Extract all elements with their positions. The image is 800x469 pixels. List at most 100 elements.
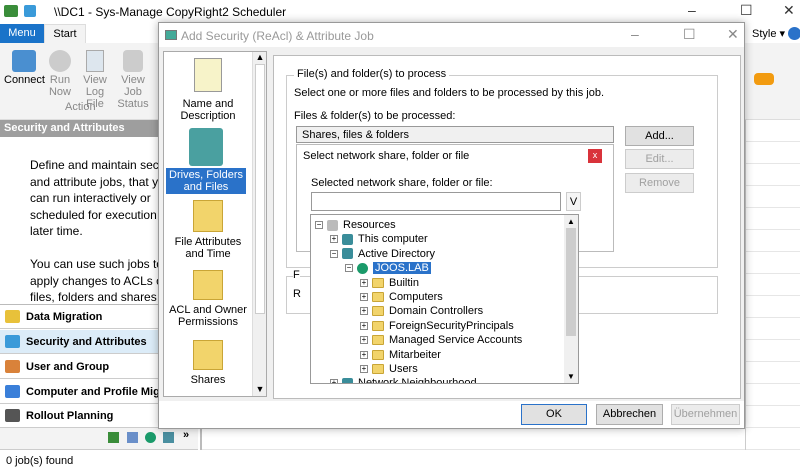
folder-check-icon [193, 200, 223, 232]
nav-label: Rollout Planning [26, 410, 114, 422]
panel-header: Security and Attributes [0, 120, 158, 137]
connect-label: Connect [4, 74, 45, 86]
tree-node[interactable]: + Managed Service Accounts [360, 333, 522, 347]
nav-data-migration[interactable]: Data Migration [0, 305, 158, 329]
export-small-icon[interactable] [163, 432, 174, 443]
expand-icon[interactable]: + [360, 321, 368, 330]
run-now-button[interactable]: Run Now [44, 48, 76, 104]
ribbon-group-action: Action [65, 101, 96, 113]
view-job-status-button[interactable]: View Job Status [112, 48, 154, 110]
description-line: later time. [30, 224, 83, 238]
collapse-icon[interactable]: − [345, 264, 353, 273]
style-menu[interactable]: Style ▾ [752, 27, 785, 40]
nav-icon-bar: » [0, 428, 198, 450]
add-button[interactable]: Add... [625, 126, 694, 146]
remove-button[interactable]: Remove [625, 173, 694, 193]
tab-start[interactable]: Start [44, 24, 86, 43]
panel-description: Define and maintain securi and attribute… [30, 157, 158, 306]
computer-icon [342, 377, 353, 383]
nav-label: Data Migration [26, 311, 103, 323]
data-migration-small-icon[interactable] [108, 432, 119, 443]
job-status-icon [123, 50, 143, 72]
tree-node[interactable]: + Network Neighbourhood [330, 376, 477, 384]
tree-node-label: Network Neighbourhood [358, 377, 477, 384]
apply-button[interactable]: Übernehmen [671, 404, 740, 425]
folder-icon [372, 335, 384, 346]
tree-node[interactable]: + Builtin [360, 276, 419, 290]
network-icon [5, 385, 20, 398]
dialog-title: Add Security (ReAcl) & Attribute Job [181, 29, 374, 43]
steps-scrollbar[interactable]: ▲ ▼ [252, 52, 266, 396]
tree-node[interactable]: − JOOS.LAB [345, 261, 431, 275]
run-now-icon [49, 50, 71, 72]
nav-label: Computer and Profile Migration [26, 386, 158, 398]
collapse-icon[interactable]: − [315, 221, 323, 230]
tree-node[interactable]: + Computers [360, 290, 443, 304]
tree-node-label: JOOS.LAB [373, 262, 431, 275]
dialog-maximize-button[interactable]: ☐ [683, 26, 696, 43]
tree-scroll-thumb[interactable] [566, 228, 576, 336]
expand-icon[interactable]: + [330, 235, 338, 244]
dialog-close-button[interactable]: ✕ [727, 26, 739, 43]
picker-close-button[interactable]: x [588, 149, 602, 163]
nav-user-and-group-migration[interactable]: User and Group Migration [0, 355, 158, 397]
maximize-button[interactable]: ☐ [740, 2, 753, 19]
step-name-description[interactable]: Name and Description [164, 58, 252, 122]
expand-icon[interactable]: + [360, 278, 368, 287]
cancel-button[interactable]: Abbrechen [596, 404, 663, 425]
tree-node[interactable]: + Users [360, 362, 418, 376]
tree-scrollbar[interactable]: ▲ ▼ [564, 215, 578, 383]
picker-dropdown-button[interactable]: V [566, 192, 581, 211]
folder-lock-icon [193, 270, 223, 300]
expand-icon[interactable]: + [360, 293, 368, 302]
description-line: and attribute jobs, that you [30, 174, 158, 189]
nav-computer-and-profile-migration[interactable]: Computer and Profile Migration [0, 380, 158, 404]
tree-node[interactable]: + Domain Controllers [360, 304, 483, 318]
tree-node[interactable]: + This computer [330, 232, 428, 246]
security-small-icon[interactable] [127, 432, 138, 443]
view-job-status-label: View Job Status [117, 74, 149, 110]
nav-rollout-planning[interactable]: Rollout Planning [0, 404, 158, 428]
description-line: apply changes to ACLs of [30, 273, 158, 288]
edit-button[interactable]: Edit... [625, 149, 694, 169]
tree-node[interactable]: + ForeignSecurityPrincipals [360, 319, 514, 333]
step-file-attributes-time[interactable]: File Attributes and Time [164, 200, 252, 260]
globe-small-icon[interactable] [145, 432, 156, 443]
second-group-title: F [293, 269, 300, 281]
tree-node[interactable]: − Resources [315, 218, 396, 232]
minimize-button[interactable]: – [688, 2, 696, 18]
steps-scroll-thumb[interactable] [255, 64, 265, 314]
dialog-minimize-button[interactable]: – [631, 26, 639, 42]
expand-icon[interactable]: + [330, 379, 338, 383]
view-log-file-button[interactable]: View Log File [76, 48, 114, 110]
step-acl-owner[interactable]: ACL and Owner Permissions [164, 270, 252, 328]
tree-node-label: Managed Service Accounts [389, 334, 523, 347]
expand-icon[interactable]: + [360, 365, 368, 374]
expand-icon[interactable]: + [360, 350, 368, 359]
close-button[interactable]: ✕ [783, 2, 795, 19]
tree-node[interactable]: − Active Directory [330, 247, 435, 261]
resource-tree[interactable]: + Network Neighbourhood + Users + Mitarbeiter… [310, 214, 579, 384]
overflow-chevron-icon[interactable]: » [183, 429, 189, 441]
tree-node-label: ForeignSecurityPrincipals [389, 319, 514, 332]
quick-access-icon[interactable] [24, 5, 36, 17]
computer-icon [342, 248, 353, 260]
app-icon [4, 5, 18, 17]
computer-icon [342, 233, 353, 245]
help-icon[interactable] [788, 27, 800, 40]
ok-button[interactable]: OK [521, 404, 587, 425]
step-shares[interactable]: Shares [164, 340, 252, 386]
list-header: Shares, files & folders [296, 126, 614, 143]
tree-node-label: Active Directory [358, 247, 436, 260]
expand-icon[interactable]: + [360, 336, 368, 345]
expand-icon[interactable]: + [360, 307, 368, 316]
selected-path-input[interactable] [311, 192, 561, 211]
nav-security-and-attributes[interactable]: Security and Attributes [0, 330, 158, 354]
tree-node-label: Computers [389, 291, 443, 303]
connect-button[interactable]: Connect [4, 48, 45, 92]
tree-node[interactable]: + Mitarbeiter [360, 348, 441, 362]
style-label: Style [752, 28, 777, 40]
tab-menu[interactable]: Menu [0, 24, 44, 43]
folder-icon [372, 364, 384, 375]
collapse-icon[interactable]: − [330, 249, 338, 258]
